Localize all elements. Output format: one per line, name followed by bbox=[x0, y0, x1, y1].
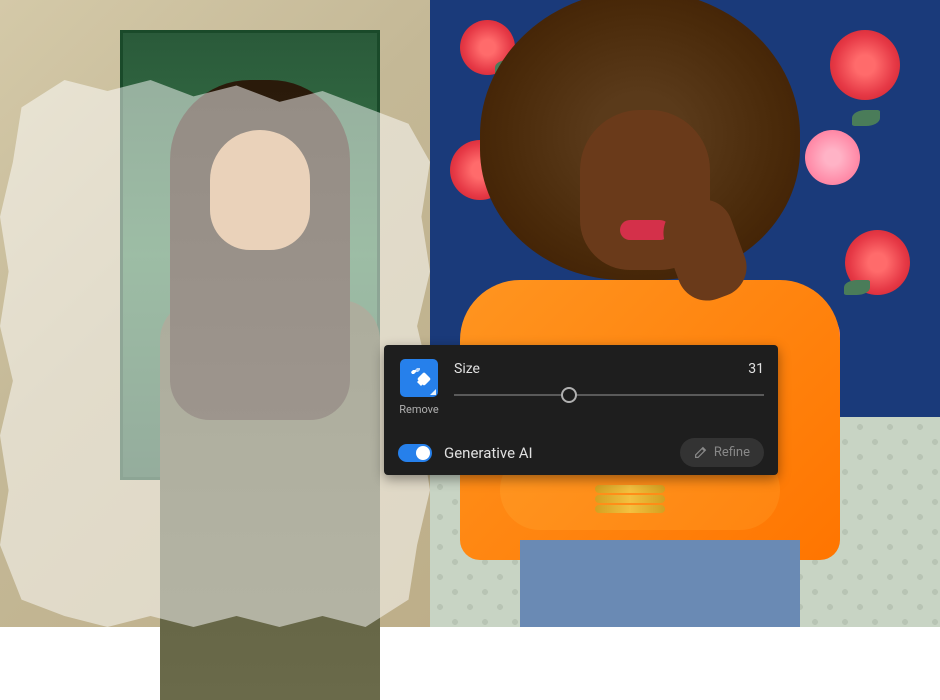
foreground-person bbox=[420, 0, 870, 627]
pencil-icon bbox=[694, 446, 707, 459]
tool-label: Remove bbox=[399, 403, 439, 416]
refine-label: Refine bbox=[714, 445, 750, 460]
size-value[interactable]: 31 bbox=[748, 361, 764, 377]
remove-tool-panel: Remove Size 31 Generative AI Refine bbox=[384, 345, 778, 475]
refine-button[interactable]: Refine bbox=[680, 438, 764, 467]
tool-options-indicator bbox=[430, 389, 436, 395]
generative-ai-toggle[interactable] bbox=[398, 444, 432, 462]
size-slider[interactable] bbox=[454, 387, 764, 403]
remove-tool-icon[interactable] bbox=[400, 359, 438, 397]
slider-thumb[interactable] bbox=[561, 387, 577, 403]
generative-ai-label: Generative AI bbox=[444, 444, 533, 462]
size-label: Size bbox=[454, 361, 480, 377]
removal-selection-mask bbox=[0, 80, 430, 627]
